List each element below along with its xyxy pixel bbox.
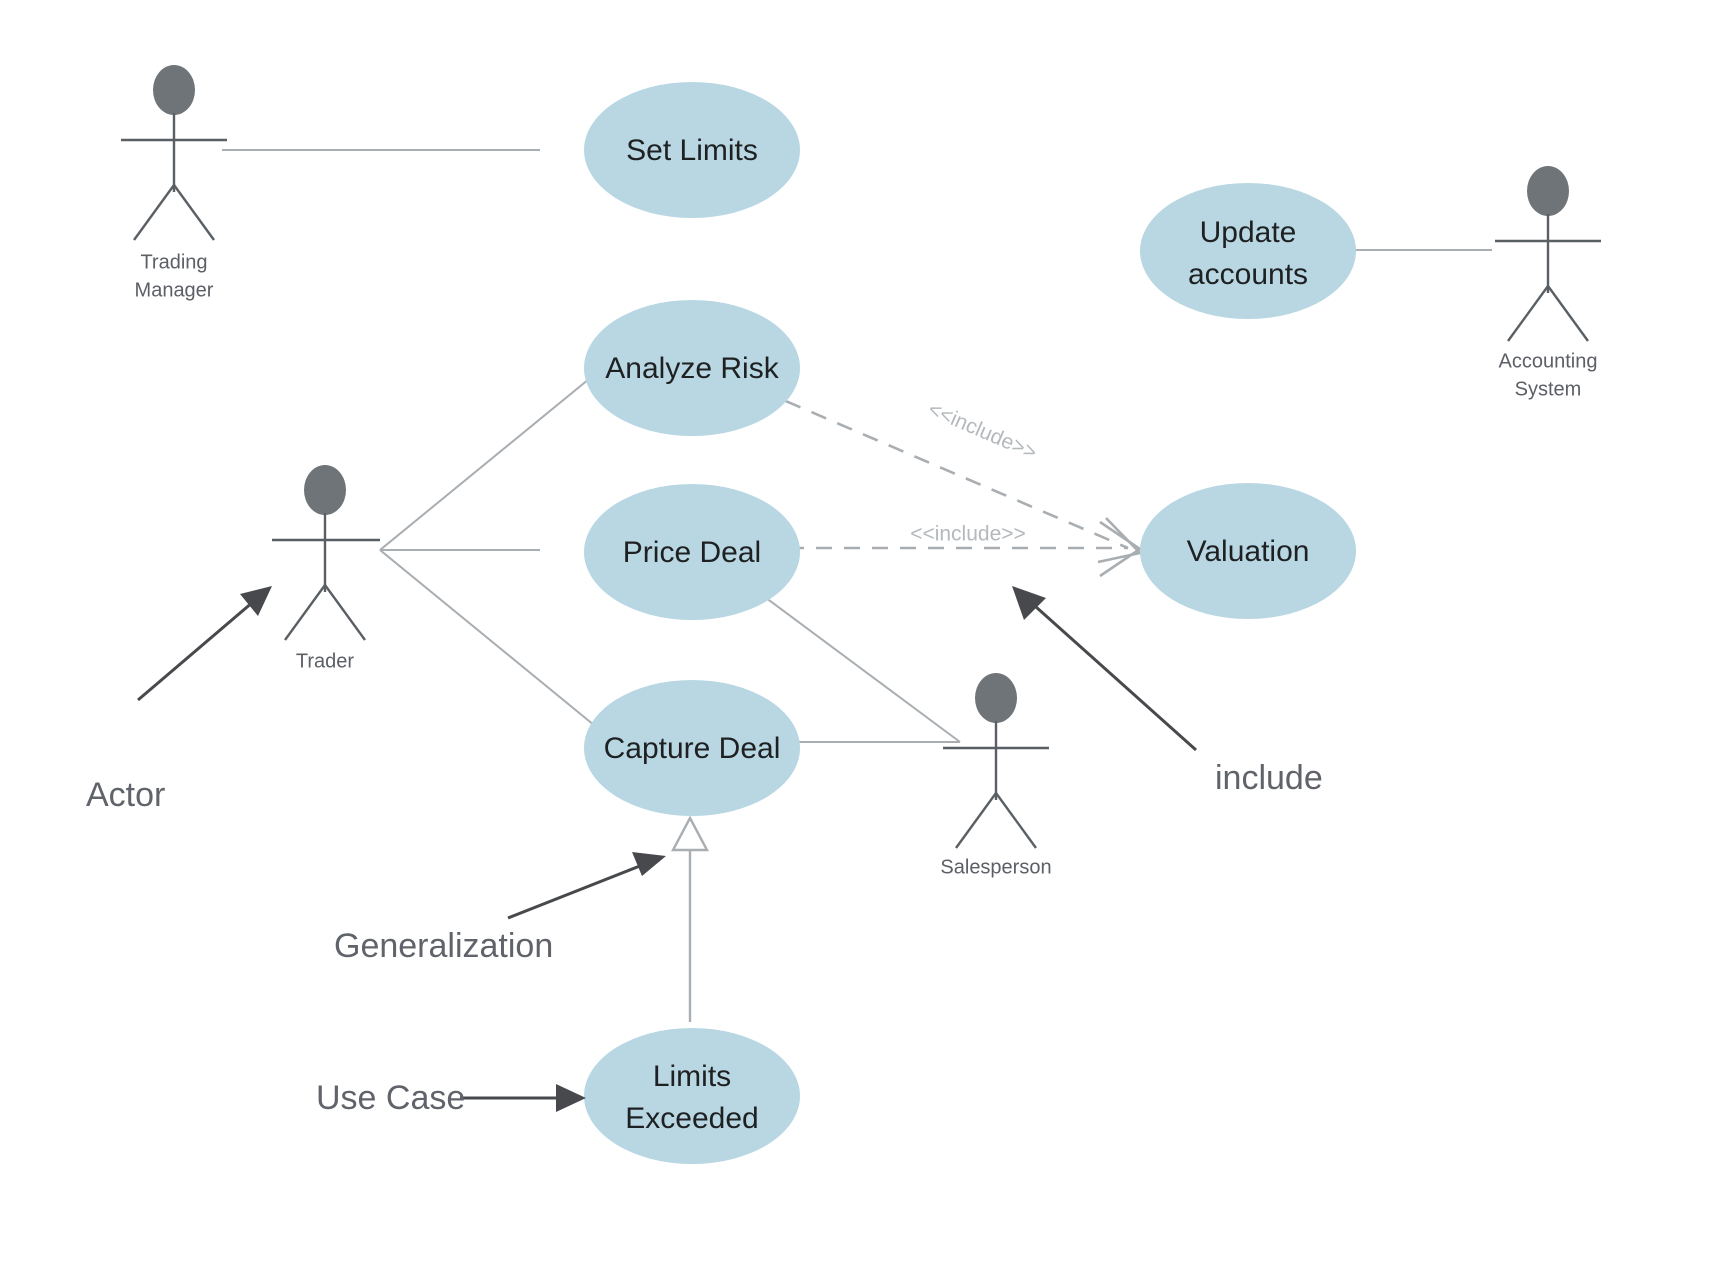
- use-case-label: Valuation: [1187, 535, 1310, 568]
- use-case-label: Set Limits: [626, 134, 758, 167]
- use-case-limits-exceeded[interactable]: Limits Exceeded: [584, 1028, 800, 1164]
- actor-label: Salesperson: [940, 856, 1051, 878]
- use-case-label: Price Deal: [623, 536, 761, 569]
- annotation-generalization: Generalization: [334, 852, 666, 965]
- actor-left-leg: [133, 184, 175, 241]
- association-trader-analyze-risk: [379, 369, 601, 551]
- annotation-use-case-arrowhead: [556, 1084, 586, 1112]
- annotation-actor: Actor: [86, 586, 272, 814]
- actor-right-leg: [324, 584, 366, 641]
- include-label-lower: <<include>>: [910, 523, 1026, 546]
- actor-right-leg: [173, 184, 215, 241]
- annotation-use-case-label: Use Case: [316, 1079, 465, 1117]
- use-case-label-line1: Limits: [653, 1060, 731, 1093]
- use-case-valuation[interactable]: Valuation: [1140, 483, 1356, 619]
- use-case-label: Capture Deal: [604, 732, 781, 765]
- annotation-generalization-line: [507, 860, 651, 920]
- use-case-label-line1: Update: [1200, 216, 1297, 249]
- use-case-label-line2: accounts: [1188, 258, 1308, 291]
- use-case-label: Analyze Risk: [605, 352, 779, 385]
- generalization-arrowhead: [671, 815, 709, 852]
- include-label-upper: <<include>>: [925, 398, 1040, 465]
- actor-label-line1: Accounting: [1499, 350, 1598, 372]
- use-case-update-accounts[interactable]: Update accounts: [1140, 183, 1356, 319]
- use-case-ellipse: [584, 1028, 800, 1164]
- annotation-actor-label: Actor: [86, 776, 165, 814]
- actor-left-leg: [1507, 285, 1549, 342]
- actor-right-leg: [995, 792, 1037, 849]
- actor-label: Trader: [296, 650, 355, 672]
- actor-left-leg: [955, 792, 997, 849]
- use-case-capture-deal[interactable]: Capture Deal: [584, 680, 800, 816]
- association-trader-capture-deal: [379, 549, 601, 731]
- use-case-price-deal[interactable]: Price Deal: [584, 484, 800, 620]
- annotation-include-arrowhead: [1012, 586, 1046, 620]
- actor-label-line2: Manager: [135, 279, 214, 301]
- annotation-include-label: include: [1215, 759, 1323, 797]
- annotation-include: include: [1012, 586, 1323, 797]
- actor-head-icon: [153, 65, 195, 115]
- annotation-generalization-label: Generalization: [334, 927, 553, 965]
- use-case-set-limits[interactable]: Set Limits: [584, 82, 800, 218]
- actor-trading-manager[interactable]: Trading Manager: [121, 65, 227, 301]
- actor-right-leg: [1547, 285, 1589, 342]
- actor-salesperson[interactable]: Salesperson: [940, 673, 1052, 878]
- annotation-use-case: Use Case: [316, 1079, 586, 1117]
- annotation-generalization-arrowhead: [632, 852, 666, 876]
- actor-head-icon: [1527, 166, 1569, 216]
- actor-label-line1: Trading: [140, 251, 207, 273]
- use-case-ellipse: [1140, 183, 1356, 319]
- actor-left-leg: [284, 584, 326, 641]
- actor-label-line2: System: [1515, 378, 1582, 400]
- uml-use-case-diagram: Set Limits Update accounts Analyze Risk …: [0, 0, 1726, 1276]
- diagram-canvas: Set Limits Update accounts Analyze Risk …: [86, 65, 1601, 1164]
- use-case-label-line2: Exceeded: [625, 1102, 758, 1135]
- annotation-include-line: [1025, 596, 1197, 752]
- actor-trader[interactable]: Trader: [272, 465, 380, 672]
- actor-head-icon: [975, 673, 1017, 723]
- use-case-analyze-risk[interactable]: Analyze Risk: [584, 300, 800, 436]
- actor-accounting-system[interactable]: Accounting System: [1495, 166, 1601, 400]
- annotation-actor-arrowhead: [240, 586, 272, 616]
- annotation-actor-line: [137, 594, 261, 702]
- actor-head-icon: [304, 465, 346, 515]
